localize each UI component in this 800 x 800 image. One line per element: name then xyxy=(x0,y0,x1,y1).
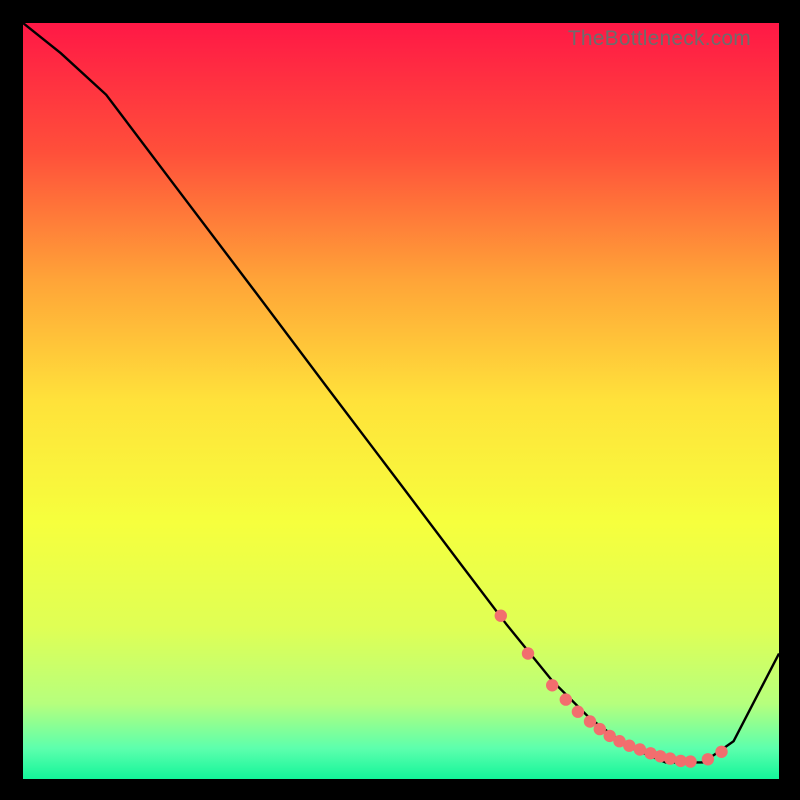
chart-frame: TheBottleneck.com xyxy=(23,23,779,779)
marker-dot xyxy=(634,743,646,755)
marker-dot xyxy=(546,679,558,691)
marker-dot xyxy=(522,647,534,659)
marker-dot xyxy=(702,753,714,765)
marker-dot xyxy=(715,746,727,758)
marker-dot xyxy=(664,752,676,764)
marker-dot xyxy=(495,610,507,622)
marker-dot xyxy=(560,693,572,705)
marker-dot xyxy=(572,706,584,718)
watermark-label: TheBottleneck.com xyxy=(568,27,751,51)
bottleneck-chart xyxy=(23,23,779,779)
marker-dot xyxy=(584,715,596,727)
marker-dot xyxy=(623,740,635,752)
marker-dot xyxy=(684,755,696,767)
